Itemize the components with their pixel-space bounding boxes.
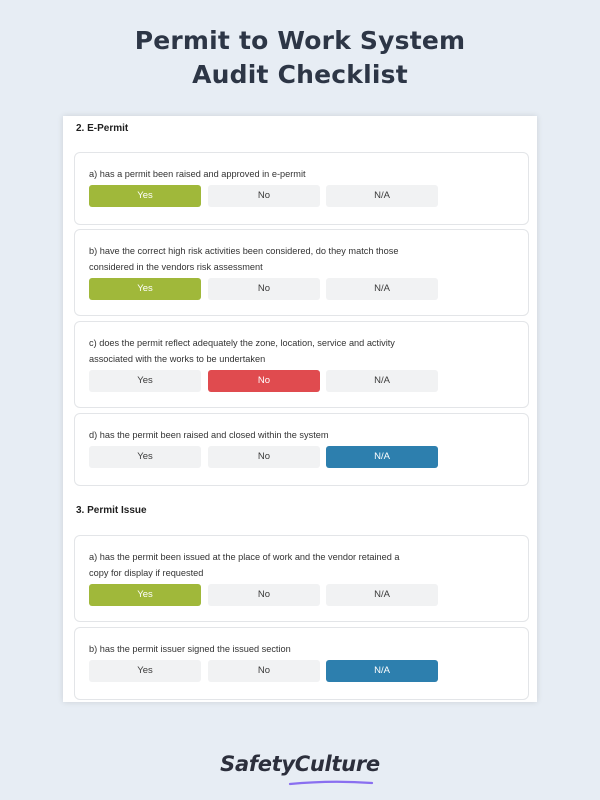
page-title-line-2: Audit Checklist (192, 60, 408, 89)
na-button[interactable]: N/A (326, 370, 438, 392)
question-text: a) has the permit been issued at the pla… (89, 552, 400, 578)
no-button[interactable]: No (208, 446, 320, 468)
section-title-e-permit: 2. E-Permit (76, 123, 129, 134)
question-text: a) has a permit been raised and approved… (89, 169, 306, 179)
yes-button[interactable]: Yes (89, 660, 201, 682)
yes-button[interactable]: Yes (89, 446, 201, 468)
na-button[interactable]: N/A (326, 584, 438, 606)
question-text: b) have the correct high risk activities… (89, 246, 399, 272)
section-title-permit-issue: 3. Permit Issue (76, 505, 147, 516)
question-card: b) have the correct high risk activities… (74, 229, 529, 316)
page-title: Permit to Work System Audit Checklist (0, 24, 600, 92)
question-card: b) has the permit issuer signed the issu… (74, 627, 529, 700)
logo-underline-icon (288, 780, 374, 786)
no-button[interactable]: No (208, 584, 320, 606)
no-button[interactable]: No (208, 660, 320, 682)
no-button[interactable]: No (208, 185, 320, 207)
checklist-card: 2. E-Permit a) has a permit been raised … (63, 116, 537, 702)
yes-button[interactable]: Yes (89, 370, 201, 392)
question-card: c) does the permit reflect adequately th… (74, 321, 529, 408)
yes-button[interactable]: Yes (89, 278, 201, 300)
na-button[interactable]: N/A (326, 185, 438, 207)
question-text: c) does the permit reflect adequately th… (89, 338, 395, 364)
yes-button[interactable]: Yes (89, 185, 201, 207)
na-button[interactable]: N/A (326, 278, 438, 300)
question-text: d) has the permit been raised and closed… (89, 430, 329, 440)
safetyculture-logo: SafetyCulture (220, 752, 380, 776)
question-card: d) has the permit been raised and closed… (74, 413, 529, 486)
question-card: a) has a permit been raised and approved… (74, 152, 529, 225)
no-button[interactable]: No (208, 370, 320, 392)
na-button[interactable]: N/A (326, 446, 438, 468)
na-button[interactable]: N/A (326, 660, 438, 682)
yes-button[interactable]: Yes (89, 584, 201, 606)
question-card: a) has the permit been issued at the pla… (74, 535, 529, 622)
page-title-line-1: Permit to Work System (134, 26, 466, 55)
no-button[interactable]: No (208, 278, 320, 300)
question-text: b) has the permit issuer signed the issu… (89, 644, 291, 654)
